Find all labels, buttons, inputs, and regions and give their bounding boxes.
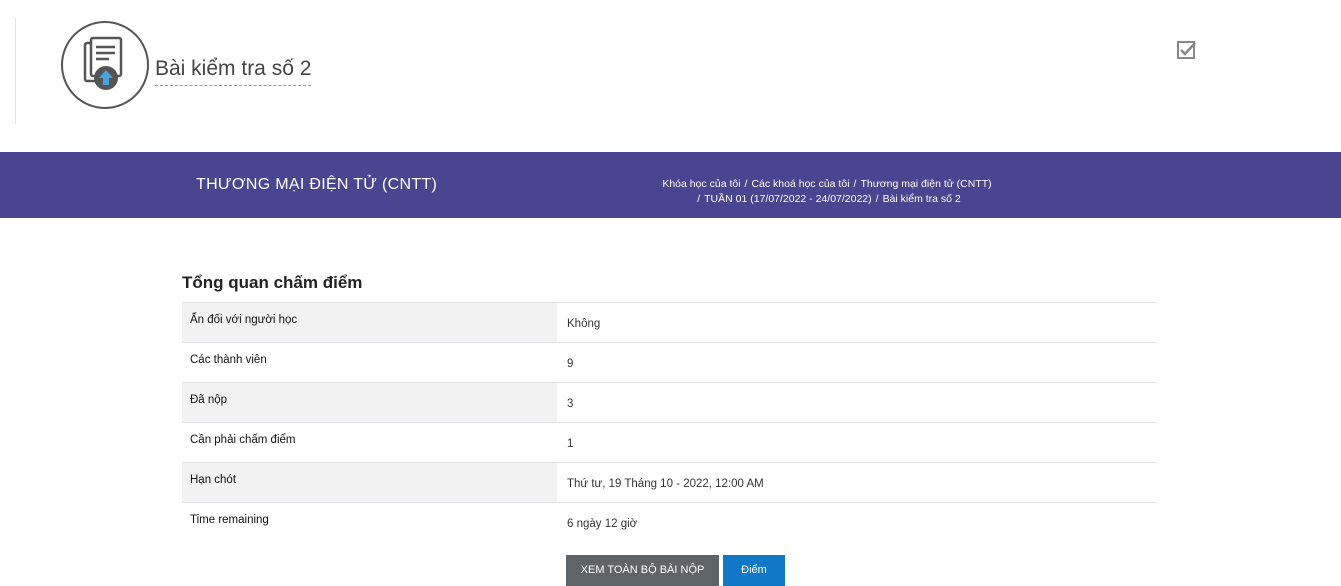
breadcrumb-item[interactable]: Thương mại điện tử (CNTT) <box>860 178 991 190</box>
table-row: Hạn chót Thứ tư, 19 Tháng 10 - 2022, 12:… <box>182 462 1157 503</box>
table-row: Các thành viên 9 <box>182 342 1157 383</box>
breadcrumb: Khóa học của tôi / Các khoá học của tôi / Th… <box>560 177 1094 207</box>
breadcrumb-item[interactable]: Bài kiểm tra số 2 <box>883 193 961 205</box>
breadcrumb-item[interactable]: Khóa học của tôi <box>662 178 740 190</box>
row-label: Cần phải chấm điểm <box>182 422 557 463</box>
row-label: Ẩn đối với người học <box>182 302 557 343</box>
row-value: 6 ngày 12 giờ <box>567 518 638 530</box>
grade-button[interactable]: Điểm <box>723 555 785 586</box>
view-all-submissions-button[interactable]: XEM TOÀN BỘ BÀI NỘP <box>566 555 719 586</box>
section-title: Tổng quan chấm điểm <box>182 273 363 292</box>
breadcrumb-separator: / <box>697 193 701 205</box>
checkbox-checked-icon[interactable] <box>1174 38 1198 62</box>
table-row: Cần phải chấm điểm 1 <box>182 422 1157 463</box>
breadcrumb-separator: / <box>875 193 879 205</box>
grading-summary-table: Ẩn đối với người học Không Các thành viê… <box>182 302 1157 543</box>
header-divider <box>15 18 16 124</box>
table-row: Time remaining 6 ngày 12 giờ <box>182 502 1157 543</box>
table-row: Ẩn đối với người học Không <box>182 302 1157 343</box>
assignment-icon <box>61 21 149 109</box>
row-value: Thứ tư, 19 Tháng 10 - 2022, 12:00 AM <box>567 478 764 490</box>
page-title: Bài kiểm tra số 2 <box>155 54 312 86</box>
breadcrumb-separator: / <box>853 178 857 190</box>
breadcrumb-separator: / <box>744 178 748 190</box>
row-label: Các thành viên <box>182 342 557 383</box>
row-label: Hạn chót <box>182 462 557 503</box>
row-value: 1 <box>567 438 574 450</box>
course-name[interactable]: THƯƠNG MẠI ĐIỆN TỬ (CNTT) <box>196 176 437 194</box>
page-header: Bài kiểm tra số 2 <box>0 0 1341 124</box>
breadcrumb-item[interactable]: Các khoá học của tôi <box>751 178 849 190</box>
row-label: Time remaining <box>182 502 557 543</box>
row-value: Không <box>567 318 601 330</box>
row-value: 9 <box>567 358 574 370</box>
table-row: Đã nộp 3 <box>182 382 1157 423</box>
row-value: 3 <box>567 398 574 410</box>
course-banner: THƯƠNG MẠI ĐIỆN TỬ (CNTT) Khóa học của t… <box>0 152 1341 218</box>
breadcrumb-item[interactable]: TUẦN 01 (17/07/2022 - 24/07/2022) <box>704 193 872 205</box>
row-label: Đã nộp <box>182 382 557 423</box>
